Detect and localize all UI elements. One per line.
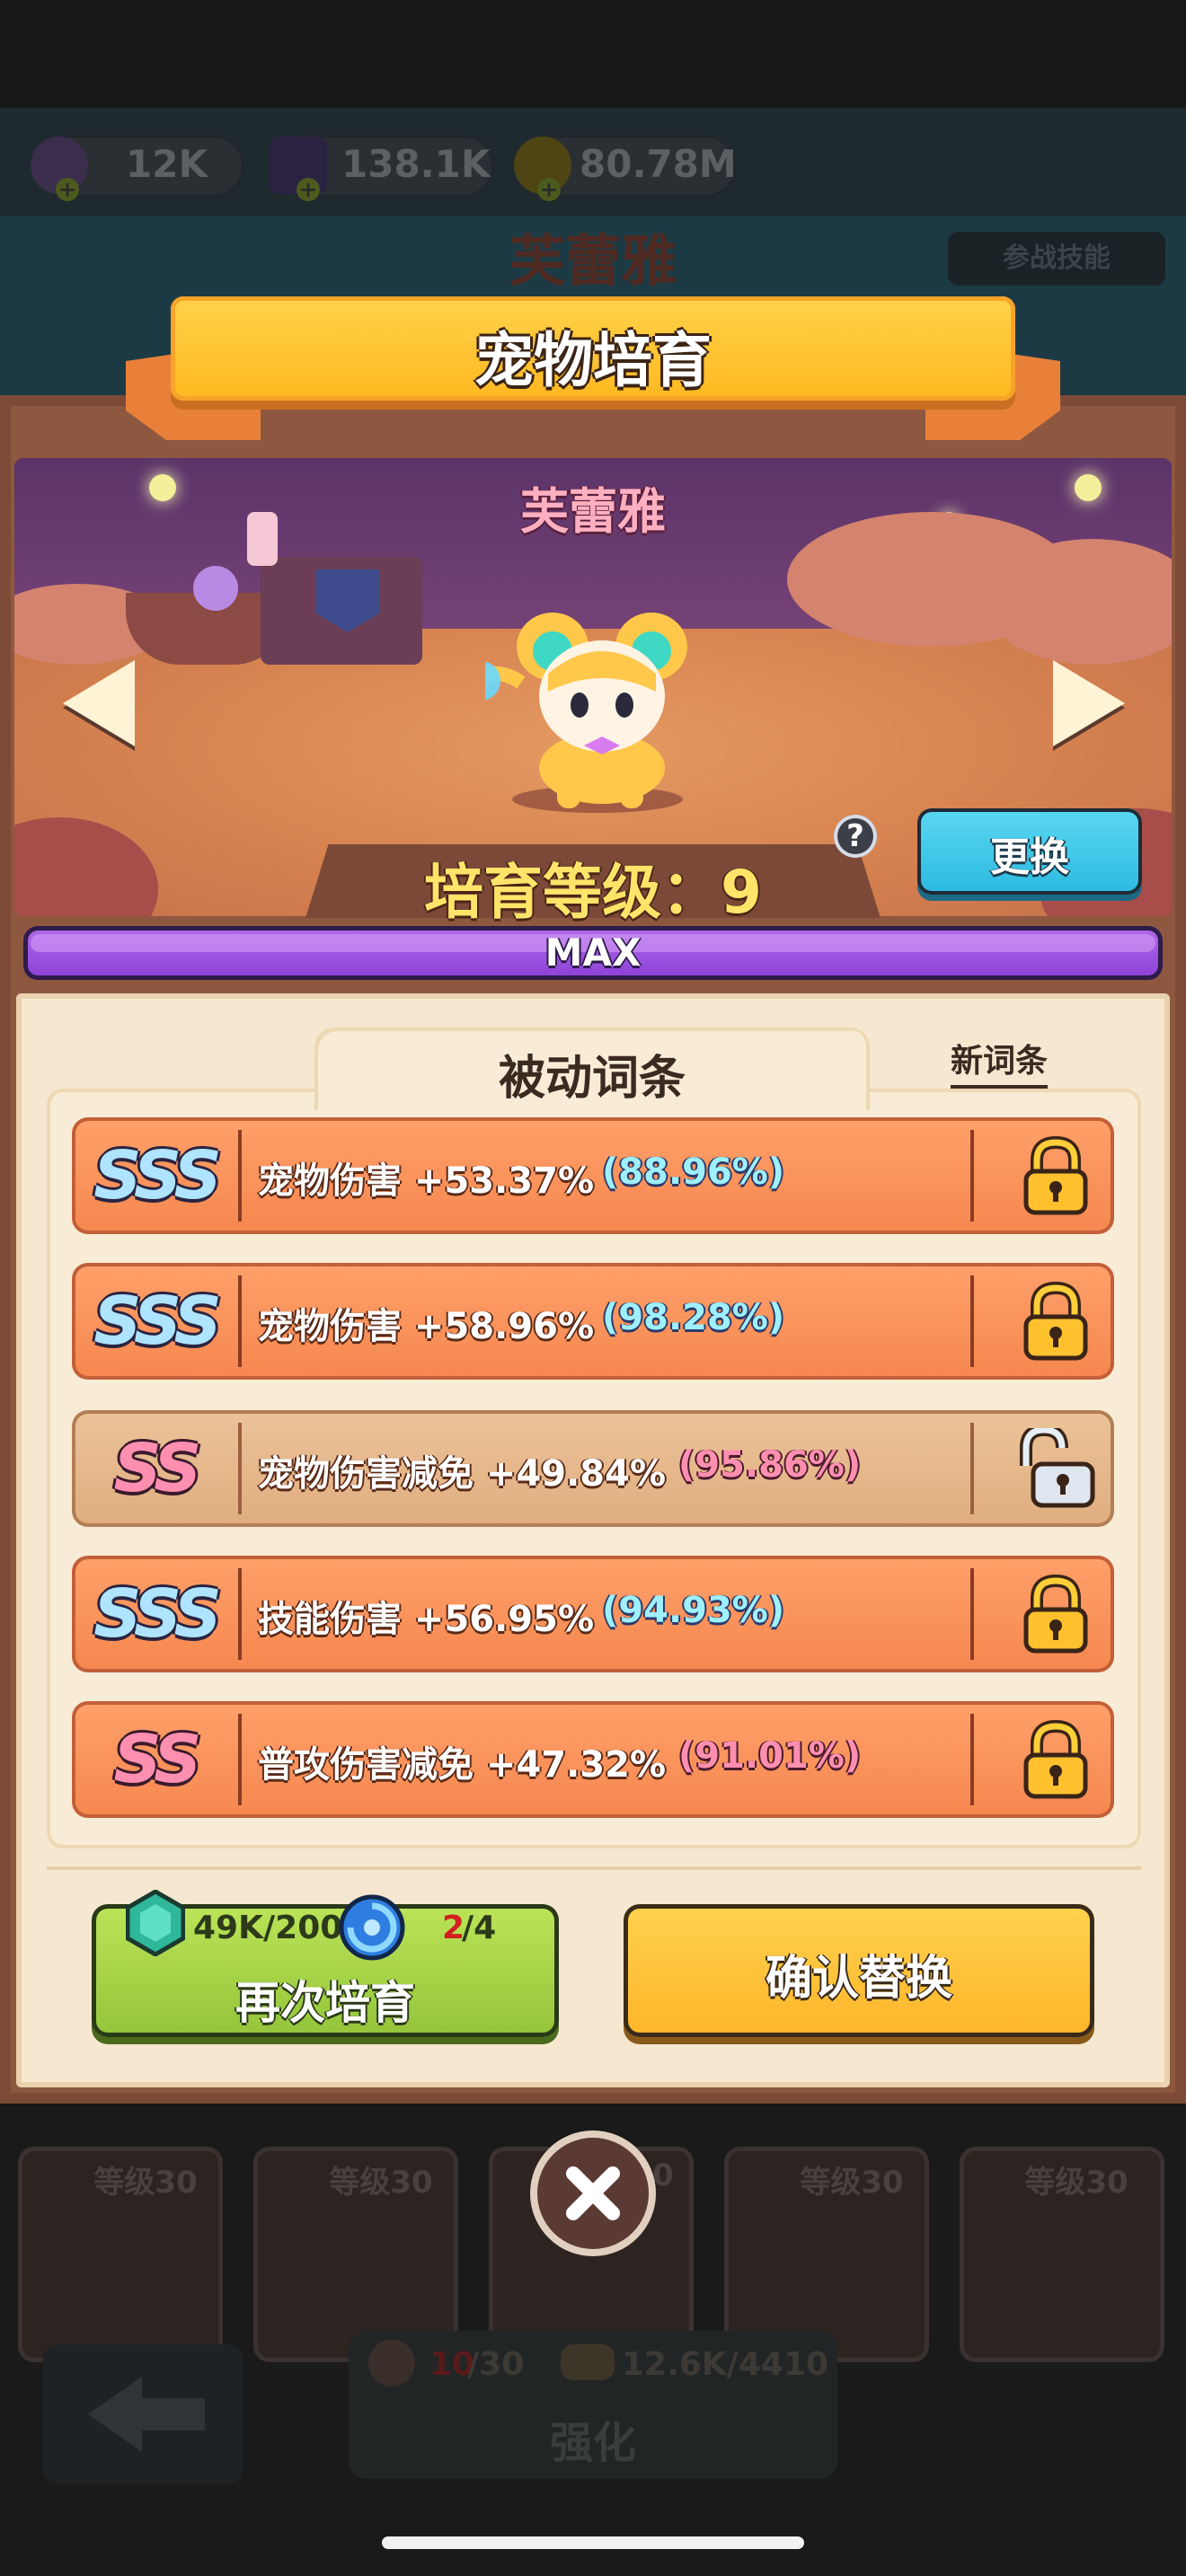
enhance-cost1-total: /30: [467, 2346, 525, 2383]
lock-icon[interactable]: [1015, 1719, 1096, 1800]
divider: [970, 1714, 974, 1805]
lock-icon[interactable]: [1015, 1135, 1096, 1216]
pet-card-level: 等级30: [329, 2165, 433, 2201]
divider: [970, 1130, 974, 1222]
home-indicator[interactable]: [382, 2536, 804, 2549]
passive-percentile: (95.86%): [678, 1444, 862, 1486]
passive-stat: 技能伤害 +56.95%: [258, 1599, 595, 1640]
close-button[interactable]: [530, 2130, 656, 2256]
passive-percentile: (91.01%): [678, 1735, 862, 1777]
divider: [47, 1866, 1141, 1870]
close-icon: [566, 2166, 620, 2220]
pet-card-level: 等级30: [800, 2165, 904, 2201]
divider: [238, 1568, 242, 1660]
bone-icon: [561, 2344, 615, 2380]
passive-row: SSS 宠物伤害 +58.96% (98.28%): [72, 1263, 1114, 1380]
divider: [238, 1423, 242, 1514]
divider: [238, 1275, 242, 1367]
passive-percentile: (88.96%): [602, 1151, 785, 1193]
enhance-cost2: 12.6K/4410: [622, 2346, 829, 2383]
currency-value: 12K: [126, 142, 208, 186]
divider: [238, 1130, 242, 1222]
grade-badge: SS: [113, 1430, 202, 1507]
passive-row: SS 宠物伤害减免 +49.84% (95.86%): [72, 1410, 1114, 1527]
passive-row: SSS 技能伤害 +56.95% (94.93%): [72, 1556, 1114, 1672]
pet-card-level: 等级30: [93, 2165, 198, 2201]
passive-row: SS 普攻伤害减免 +47.32% (91.01%): [72, 1701, 1114, 1818]
currency-value: 80.78M: [580, 142, 737, 186]
passive-stat: 宠物伤害减免 +49.84%: [258, 1453, 667, 1495]
lock-icon[interactable]: [1015, 1281, 1096, 1362]
retrain-cost-orbs-need: /4: [462, 1910, 497, 1946]
passive-row: SSS 宠物伤害 +53.37% (88.96%): [72, 1117, 1114, 1234]
retrain-cost-gems: 49K/200: [193, 1910, 343, 1946]
lock-icon[interactable]: [1015, 1574, 1096, 1654]
divider: [970, 1275, 974, 1367]
passive-percentile: (94.93%): [602, 1590, 785, 1631]
back-button[interactable]: [43, 2344, 243, 2483]
back-arrow-icon: [88, 2377, 205, 2452]
prev-pet-arrow-icon[interactable]: [63, 660, 135, 746]
battle-skill-button[interactable]: 参战技能: [948, 232, 1165, 286]
plus-icon[interactable]: +: [537, 178, 561, 201]
green-gem-icon: [126, 1890, 185, 1956]
tab-passives-label: 被动词条: [498, 1052, 686, 1106]
divider: [970, 1568, 974, 1660]
next-pet-arrow-icon[interactable]: [1053, 660, 1125, 746]
blue-orb-icon: [339, 1894, 405, 1961]
grade-badge: SSS: [93, 1137, 222, 1214]
grade-badge: SS: [113, 1721, 202, 1798]
pet-character-icon: [485, 613, 687, 808]
level-progress-label: MAX: [544, 931, 642, 975]
grade-badge: SSS: [93, 1283, 222, 1360]
divider: [970, 1423, 974, 1514]
paw-icon: [368, 2340, 415, 2386]
modal-title: 宠物培育: [474, 326, 712, 395]
currency-value: 138.1K: [341, 142, 491, 186]
grade-badge: SSS: [93, 1575, 222, 1653]
retrain-button-label: 再次培育: [235, 1977, 415, 2029]
plus-icon[interactable]: +: [56, 178, 79, 201]
swap-button-label: 更换: [990, 834, 1069, 880]
passive-percentile: (98.28%): [602, 1297, 785, 1338]
passive-stat: 宠物伤害 +58.96%: [258, 1306, 595, 1347]
passive-stat: 宠物伤害 +53.37%: [258, 1160, 595, 1202]
pet-name: 芙蕾雅: [520, 483, 666, 540]
divider: [238, 1714, 242, 1805]
help-icon[interactable]: ?: [834, 815, 877, 858]
training-level-label: 培育等级：9: [424, 858, 762, 927]
enhance-label: 强化: [549, 2418, 636, 2468]
confirm-replace-label: 确认替换: [765, 1952, 952, 2006]
unlocked-icon[interactable]: [1015, 1428, 1096, 1509]
new-entries-link[interactable]: 新词条: [951, 1035, 1049, 1089]
potion-icon: [193, 566, 238, 611]
plus-icon[interactable]: +: [296, 178, 320, 201]
passive-stat: 普攻伤害减免 +47.32%: [258, 1744, 667, 1786]
pet-card-level: 等级30: [1024, 2165, 1128, 2201]
